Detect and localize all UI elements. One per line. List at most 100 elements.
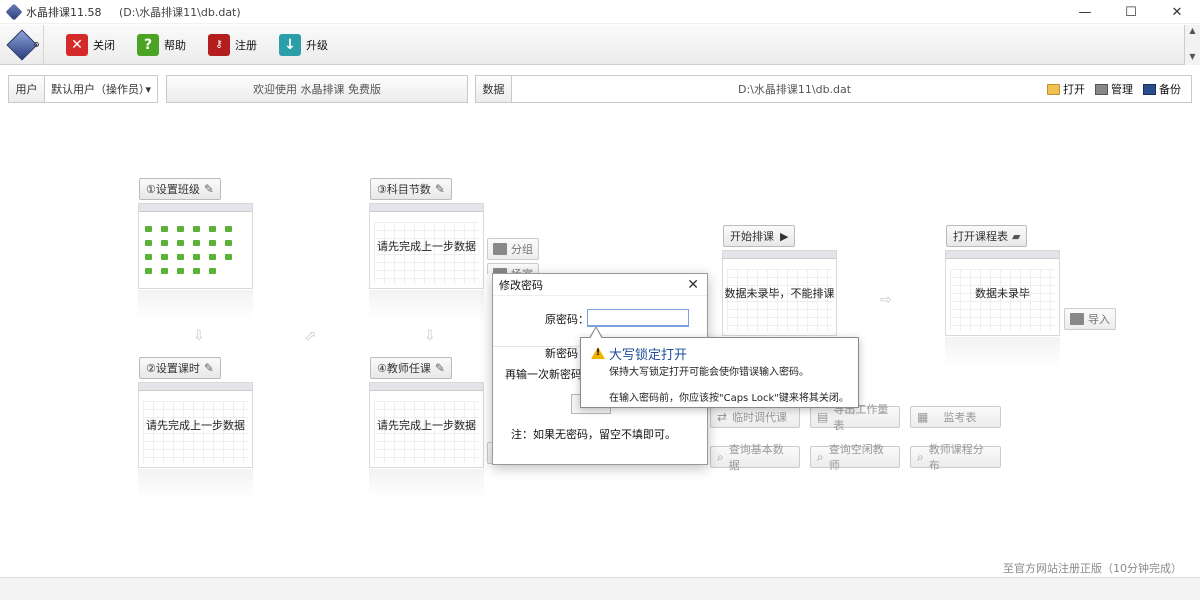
class-dot xyxy=(225,254,232,260)
step2-set-periods-button[interactable]: ②设置课时 ✎ xyxy=(139,357,221,379)
open-data-button[interactable]: 打开 xyxy=(1047,81,1085,97)
pencil-icon: ✎ xyxy=(434,182,445,196)
caps-lock-tooltip: ! 大写锁定打开 保持大写锁定打开可能会使你错误输入密码。 在输入密码前，你应该… xyxy=(580,326,859,408)
app-menu-button[interactable] xyxy=(0,24,44,65)
welcome-banner: 欢迎使用 水晶排课 免费版 xyxy=(166,75,468,103)
thumb-toolbar xyxy=(139,383,252,391)
register-official-link[interactable]: 至官方网站注册正版（10分钟完成） xyxy=(1003,560,1182,576)
close-button[interactable]: ✕ 关闭 xyxy=(66,25,115,65)
class-dot xyxy=(193,226,200,232)
user-dropdown[interactable]: 默认用户（操作员） ▾ xyxy=(45,75,158,103)
query-free-teacher-label: 查询空闲教师 xyxy=(828,443,884,472)
down-arrow-icon: ⇩ xyxy=(193,328,205,344)
import-button[interactable]: 导入 xyxy=(1064,308,1116,330)
class-dot xyxy=(177,226,184,232)
tooltip-line1: 保持大写锁定打开可能会使你错误输入密码。 xyxy=(609,367,809,378)
old-password-label: 原密码： xyxy=(545,313,589,326)
step4-label: ④教师任课 xyxy=(377,362,431,375)
class-dot xyxy=(145,254,152,260)
chevron-down-icon: ▾ xyxy=(145,82,151,96)
thumb-toolbar xyxy=(370,204,483,212)
step2-label: ②设置课时 xyxy=(146,362,200,375)
register-button[interactable]: ⚷ 注册 xyxy=(208,25,257,65)
step4-teacher-assign-button[interactable]: ④教师任课 ✎ xyxy=(370,357,452,379)
folder-open-icon: ▰ xyxy=(1012,229,1021,243)
manage-data-button[interactable]: 管理 xyxy=(1095,81,1133,97)
close-x-icon: ✕ xyxy=(66,33,88,56)
query-basic-button[interactable]: ⌕ 查询基本数据 xyxy=(710,443,800,472)
help-button[interactable]: ? 帮助 xyxy=(137,25,186,65)
export-workload-button[interactable]: ▤ 导出工作量表 xyxy=(810,403,900,432)
class-dot xyxy=(177,268,184,274)
backup-data-button[interactable]: 备份 xyxy=(1143,81,1181,97)
step2-message: 请先完成上一步数据 xyxy=(146,419,245,432)
step1-set-classes-button[interactable]: ①设置班级 ✎ xyxy=(139,178,221,200)
step3-message: 请先完成上一步数据 xyxy=(377,240,476,253)
help-label: 帮助 xyxy=(164,38,186,52)
teacher-distribution-label: 教师课程分布 xyxy=(928,443,984,472)
class-dot xyxy=(161,226,168,232)
step2-thumbnail[interactable]: 请先完成上一步数据 xyxy=(138,382,253,468)
class-dot xyxy=(193,268,200,274)
upgrade-button[interactable]: ↓ 升级 xyxy=(279,25,328,65)
horizontal-scrollbar[interactable] xyxy=(0,577,1200,600)
magnifier-icon: ⌕ xyxy=(817,449,824,464)
window-close-button[interactable]: ✕ xyxy=(1154,0,1200,24)
minimize-button[interactable]: — xyxy=(1062,0,1108,24)
class-dot xyxy=(177,254,184,260)
scroll-down-icon[interactable]: ▼ xyxy=(1185,51,1200,63)
import-icon xyxy=(1070,313,1084,325)
open-schedule-button[interactable]: 打开课程表 ▰ xyxy=(946,225,1028,247)
tooltip-pointer-inner xyxy=(590,328,602,339)
maximize-button[interactable]: ☐ xyxy=(1108,0,1154,24)
thumb-toolbar xyxy=(139,204,252,212)
down-arrow-icon: ⇩ xyxy=(424,328,436,344)
step1-label: ①设置班级 xyxy=(146,183,200,196)
class-dot xyxy=(193,254,200,260)
temp-swap-button[interactable]: ⇄ 临时调代课 xyxy=(710,406,800,428)
step3-subject-periods-button[interactable]: ③科目节数 ✎ xyxy=(370,178,452,200)
old-password-input[interactable] xyxy=(587,309,689,327)
dialog-close-icon[interactable]: ✕ xyxy=(687,277,699,293)
thumbnail-reflection xyxy=(369,290,484,320)
step3-thumbnail[interactable]: 请先完成上一步数据 xyxy=(369,203,484,289)
query-free-teacher-button[interactable]: ⌕ 查询空闲教师 xyxy=(810,443,900,472)
right-arrow-icon: ⇨ xyxy=(880,292,892,308)
magnifier-icon: ⌕ xyxy=(917,449,924,464)
class-dot xyxy=(225,240,232,246)
pencil-icon: ✎ xyxy=(203,361,214,375)
dialog-title: 修改密码 xyxy=(493,274,707,296)
data-label: 数据 xyxy=(475,75,512,103)
class-dot xyxy=(161,240,168,246)
diagonal-arrow-icon: ⇨ xyxy=(301,326,321,346)
upgrade-label: 升级 xyxy=(306,38,328,52)
group-button[interactable]: 分组 xyxy=(487,238,539,260)
play-icon: ▶ xyxy=(780,229,789,243)
thumb-toolbar xyxy=(946,251,1059,259)
query-basic-label: 查询基本数据 xyxy=(728,443,784,472)
thumbnail-reflection xyxy=(138,469,253,499)
crystal-logo-icon xyxy=(5,28,38,61)
import-label: 导入 xyxy=(1088,313,1110,326)
schedule-thumbnail[interactable]: 数据未录毕 xyxy=(945,250,1060,336)
invigilation-button[interactable]: ▦ 监考表 xyxy=(910,406,1001,428)
start-scheduling-button[interactable]: 开始排课 ▶ xyxy=(723,225,796,247)
toolbar-scrollbar[interactable]: ▲ ▼ xyxy=(1184,25,1200,65)
step1-thumbnail[interactable] xyxy=(138,203,253,289)
user-label: 用户 xyxy=(8,75,45,103)
scroll-up-icon[interactable]: ▲ xyxy=(1185,25,1200,37)
start-thumbnail[interactable]: 数据未录毕，不能排课 xyxy=(722,250,837,336)
invigilation-label: 监考表 xyxy=(943,411,977,424)
teacher-distribution-button[interactable]: ⌕ 教师课程分布 xyxy=(910,443,1001,472)
thumbnail-reflection xyxy=(369,469,484,499)
step4-thumbnail[interactable]: 请先完成上一步数据 xyxy=(369,382,484,468)
tooltip-line2: 在输入密码前，你应该按"Caps Lock"键来将其关闭。 xyxy=(609,393,849,404)
thumb-toolbar xyxy=(370,383,483,391)
pencil-icon: ✎ xyxy=(203,182,214,196)
class-dot xyxy=(161,254,168,260)
floppy-disk-icon xyxy=(1143,83,1156,95)
table-icon: ▦ xyxy=(917,410,929,424)
backup-label: 备份 xyxy=(1159,83,1181,96)
manage-icon xyxy=(1095,83,1108,95)
class-dot xyxy=(145,268,152,274)
